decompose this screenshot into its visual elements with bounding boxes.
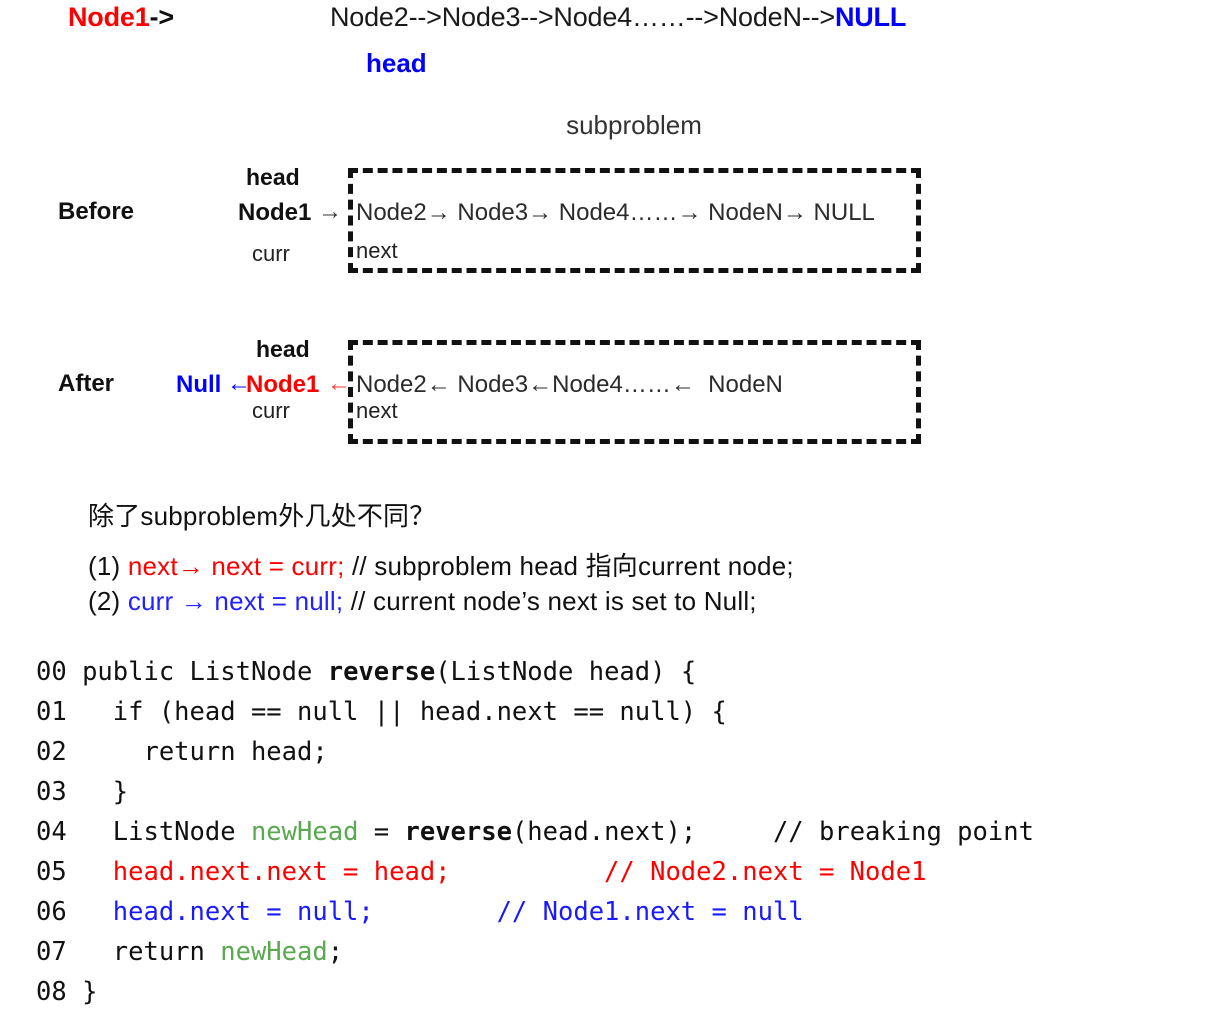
code-line-number: 07: [36, 937, 67, 967]
code-line: 03 }: [36, 772, 1034, 812]
notes-item-2-code: curr → next = null;: [127, 586, 344, 616]
code-token: (head.next); // breaking point: [511, 817, 1034, 847]
after-null-label: Null: [176, 371, 222, 398]
code-token: newHead: [220, 937, 328, 967]
notes-item-2-index: (2): [88, 586, 128, 616]
code-line-number: 01: [36, 697, 67, 727]
code-token: ;: [327, 937, 344, 967]
code-token: }: [66, 777, 129, 807]
code-token: (ListNode head) {: [435, 657, 697, 687]
top-list-node1-arrow: ->: [149, 2, 175, 32]
code-line: 05 head.next.next = head; // Node2.next …: [36, 852, 1034, 892]
before-curr-label: curr: [252, 241, 290, 266]
code-token: }: [66, 977, 98, 1007]
after-curr-label: curr: [252, 398, 290, 423]
after-next-label: next: [356, 398, 398, 423]
notes-item-1-index: (1): [88, 551, 128, 581]
notes-item-2-comment: // current node’s next is set to Null;: [343, 586, 757, 616]
top-list-node1: Node1->: [68, 2, 174, 33]
before-node1-label: Node1: [238, 199, 312, 226]
code-token: head.next.next = head; // Node2.next = N…: [66, 857, 927, 887]
after-node-chain: Node2← Node3←Node4……← NodeN: [356, 371, 783, 398]
after-node1-label: Node1: [246, 371, 320, 398]
code-line-number: 04: [36, 817, 67, 847]
code-line: 01 if (head == null || head.next == null…: [36, 692, 1034, 732]
code-token: ListNode: [66, 817, 251, 847]
code-token: return head;: [66, 737, 328, 767]
code-line-number: 08: [36, 977, 67, 1007]
code-line: 00 public ListNode reverse(ListNode head…: [36, 652, 1034, 692]
code-token: =: [358, 817, 405, 847]
top-list-chain: Node2-->Node3-->Node4……-->NodeN-->NULL: [330, 2, 906, 33]
after-row-label: After: [58, 370, 115, 397]
code-token: reverse: [404, 817, 512, 847]
code-token: newHead: [250, 817, 359, 847]
code-line: 04 ListNode newHead = reverse(head.next)…: [36, 812, 1034, 852]
code-line-number: 05: [36, 857, 67, 887]
notes-item-2: (2) curr → next = null; // current node’…: [88, 586, 757, 617]
after-head-label: head: [256, 336, 310, 362]
code-token: return: [66, 937, 221, 967]
notes-question: 除了subproblem外几处不同？: [88, 501, 436, 531]
before-next-label: next: [356, 238, 398, 263]
before-head-label: head: [246, 164, 300, 190]
notes-item-1-comment: // subproblem head 指向current node;: [344, 551, 794, 581]
top-list-node1-label: Node1: [68, 2, 150, 32]
after-arrow-red-icon: ←: [327, 370, 351, 397]
code-line-number: 06: [36, 897, 67, 927]
code-token: head.next = null; // Node1.next = null: [66, 897, 804, 927]
top-linked-list-diagram: Node1-> Node2-->Node3-->Node4……-->NodeN-…: [0, 2, 1216, 95]
subproblem-label: subproblem: [566, 110, 702, 140]
code-line-number: 02: [36, 737, 67, 767]
code-block: 00 public ListNode reverse(ListNode head…: [36, 652, 1034, 1012]
code-token: public ListNode: [66, 657, 328, 687]
code-line: 08 }: [36, 972, 1034, 1012]
before-arrow-icon: →: [318, 198, 342, 225]
code-line: 02 return head;: [36, 732, 1034, 772]
before-row-label: Before: [58, 198, 135, 225]
code-line: 06 head.next = null; // Node1.next = nul…: [36, 892, 1034, 932]
code-token: reverse: [327, 657, 436, 687]
notes-item-1-code: next→ next = curr;: [127, 551, 345, 581]
code-line-number: 00: [36, 657, 67, 687]
code-line: 07 return newHead;: [36, 932, 1034, 972]
top-list-chain-text: Node2-->Node3-->Node4……-->NodeN-->: [330, 2, 835, 32]
notes-item-1: (1) next→ next = curr; // subproblem hea…: [88, 546, 794, 583]
before-node-chain: Node2→ Node3→ Node4……→ NodeN→ NULL: [356, 199, 875, 226]
code-token: if (head == null || head.next == null) {: [66, 697, 727, 727]
top-list-head-label: head: [366, 48, 427, 78]
top-list-null-label: NULL: [834, 2, 907, 32]
code-line-number: 03: [36, 777, 67, 807]
